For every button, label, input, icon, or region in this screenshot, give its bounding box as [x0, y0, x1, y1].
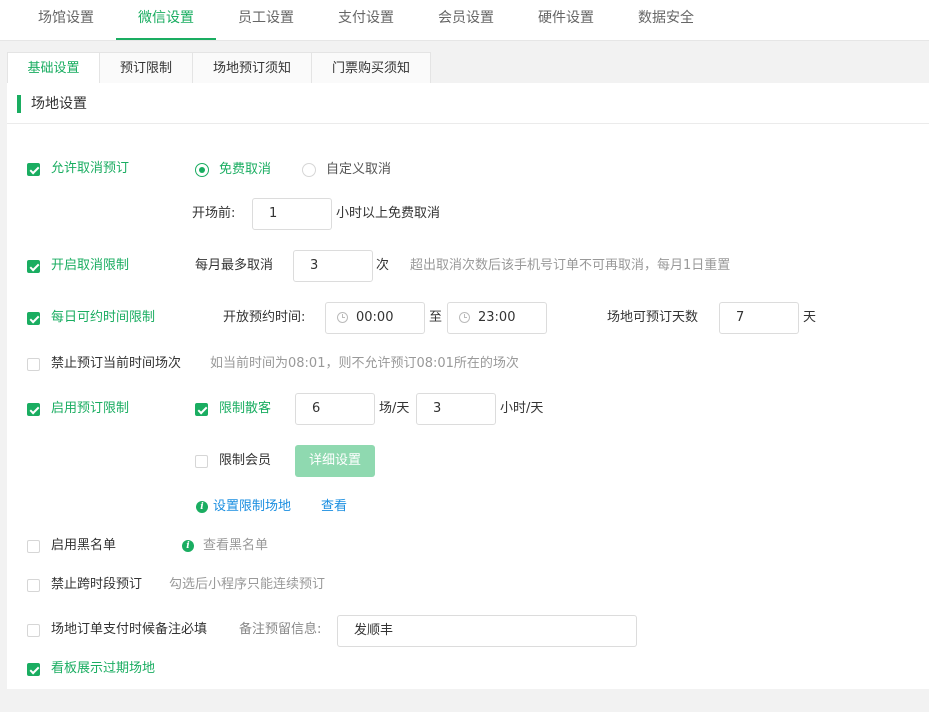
bookable-days-input[interactable]: 7 — [719, 302, 799, 334]
cancel-limit-label: 开启取消限制 — [51, 258, 130, 273]
remark-info-label: 备注预留信息: — [239, 622, 322, 637]
section-title: 场地设置 — [31, 96, 87, 112]
forbid-current-checkbox[interactable] — [27, 358, 40, 371]
sessions-per-day-input[interactable]: 6 — [295, 393, 375, 425]
limit-member-checkbox[interactable] — [195, 455, 208, 468]
cross-period-hint: 勾选后小程序只能连续预订 — [169, 577, 326, 592]
open-time-label: 开放预约时间: — [223, 310, 306, 325]
sessions-per-day-unit: 场/天 — [379, 401, 410, 416]
limit-member-label: 限制会员 — [219, 453, 272, 468]
section-divider — [7, 123, 929, 124]
top-tab-data-security[interactable]: 数据安全 — [616, 0, 716, 38]
top-tab-member[interactable]: 会员设置 — [416, 0, 516, 38]
custom-cancel-radio[interactable] — [302, 163, 316, 177]
free-cancel-radio[interactable] — [195, 163, 209, 177]
forbid-current-label: 禁止预订当前时间场次 — [51, 356, 182, 371]
top-tab-venue[interactable]: 场馆设置 — [16, 0, 116, 38]
cancel-limit-hint: 超出取消次数后该手机号订单不可再取消，每月1日重置 — [410, 258, 731, 273]
info-icon: i — [182, 540, 194, 552]
remark-info-input[interactable]: 发顺丰 — [337, 615, 637, 647]
hours-per-day-unit: 小时/天 — [500, 401, 544, 416]
before-start-label: 开场前: — [192, 206, 236, 221]
top-nav: 场馆设置 微信设置 员工设置 支付设置 会员设置 硬件设置 数据安全 — [0, 0, 929, 41]
end-time-input[interactable]: 23:00 — [447, 302, 547, 334]
start-time-input[interactable]: 00:00 — [325, 302, 425, 334]
daily-time-label: 每日可约时间限制 — [51, 310, 156, 325]
end-time-value: 23:00 — [478, 310, 516, 325]
set-limit-venue-link[interactable]: 设置限制场地 — [213, 498, 291, 516]
bookable-days-label: 场地可预订天数 — [607, 310, 699, 325]
section-accent-bar — [17, 95, 21, 113]
free-cancel-hours-suffix: 小时以上免费取消 — [336, 206, 441, 221]
top-tab-hardware[interactable]: 硬件设置 — [516, 0, 616, 38]
section-header — [7, 83, 929, 124]
bookable-days-unit: 天 — [803, 310, 817, 325]
daily-time-checkbox[interactable] — [27, 312, 40, 325]
info-icon: i — [196, 501, 208, 513]
cancel-limit-checkbox[interactable] — [27, 260, 40, 273]
detail-settings-button[interactable]: 详细设置 — [295, 445, 375, 477]
remark-required-checkbox[interactable] — [27, 624, 40, 637]
monthly-max-cancel-label: 每月最多取消 — [195, 258, 274, 273]
clock-icon — [337, 312, 348, 323]
view-limit-venue-link[interactable]: 查看 — [321, 498, 347, 516]
allow-cancel-label: 允许取消预订 — [51, 161, 130, 176]
blacklist-checkbox[interactable] — [27, 540, 40, 553]
sub-tab-venue-notice[interactable]: 场地预订须知 — [192, 52, 312, 83]
forbid-current-hint: 如当前时间为08:01，则不允许预订08:01所在的场次 — [210, 356, 519, 371]
limit-guest-label: 限制散客 — [219, 401, 272, 416]
limit-guest-checkbox[interactable] — [195, 403, 208, 416]
cross-period-checkbox[interactable] — [27, 579, 40, 592]
expired-board-checkbox[interactable] — [27, 663, 40, 676]
booking-limit-checkbox[interactable] — [27, 403, 40, 416]
booking-limit-label: 启用预订限制 — [51, 401, 130, 416]
sub-tab-ticket-notice[interactable]: 门票购买须知 — [311, 52, 431, 83]
view-blacklist-link[interactable]: 查看黑名单 — [203, 537, 268, 555]
sub-tab-basic[interactable]: 基础设置 — [7, 52, 100, 84]
sub-tab-booking-limit[interactable]: 预订限制 — [99, 52, 193, 83]
settings-panel — [7, 83, 929, 689]
custom-cancel-label: 自定义取消 — [326, 162, 392, 177]
start-time-value: 00:00 — [356, 310, 394, 325]
allow-cancel-checkbox[interactable] — [27, 163, 40, 176]
remark-required-label: 场地订单支付时候备注必填 — [51, 622, 208, 637]
free-cancel-hours-input[interactable]: 1 — [252, 198, 332, 230]
top-tab-staff[interactable]: 员工设置 — [216, 0, 316, 38]
expired-board-label: 看板展示过期场地 — [51, 661, 156, 676]
blacklist-label: 启用黑名单 — [51, 538, 117, 553]
cross-period-label: 禁止跨时段预订 — [51, 577, 143, 592]
monthly-cancel-unit: 次 — [376, 258, 390, 273]
monthly-max-cancel-input[interactable]: 3 — [293, 250, 373, 282]
hours-per-day-input[interactable]: 3 — [416, 393, 496, 425]
clock-icon — [459, 312, 470, 323]
free-cancel-label: 免费取消 — [219, 162, 272, 177]
top-tab-payment[interactable]: 支付设置 — [316, 0, 416, 38]
time-range-separator: 至 — [429, 310, 443, 325]
top-tab-wechat[interactable]: 微信设置 — [116, 0, 216, 40]
